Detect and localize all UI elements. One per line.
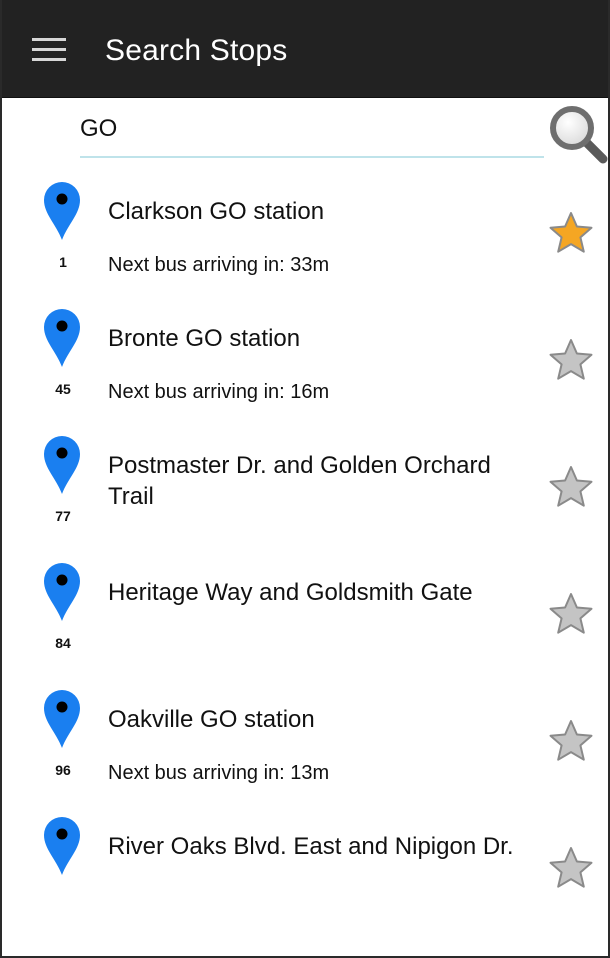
stop-number: 77	[55, 508, 71, 524]
stop-name: Postmaster Dr. and Golden Orchard Trail	[108, 452, 491, 510]
favorite-star-icon[interactable]	[548, 845, 594, 891]
stop-list-item[interactable]: 77 Postmaster Dr. and Golden Orchard Trai…	[2, 432, 608, 559]
stop-name: Clarkson GO station	[108, 198, 325, 225]
stop-number: 1	[59, 254, 67, 270]
stop-list-item[interactable]: 45 Bronte GO station Next bus arriving in:…	[2, 305, 608, 432]
stop-name: Heritage Way and Goldsmith Gate	[108, 579, 473, 606]
favorite-star-icon[interactable]	[548, 718, 594, 764]
map-pin-icon	[42, 561, 82, 623]
favorite-star-icon[interactable]	[548, 591, 594, 637]
arrival-time: Next bus arriving in: 16m	[108, 381, 330, 403]
page-title: Search Stops	[105, 34, 288, 67]
favorite-star-filled-icon[interactable]	[548, 210, 594, 256]
stop-list-item[interactable]: 84 Heritage Way and Goldsmith Gate	[2, 559, 608, 686]
app-screen: Search Stops 1 Clarkson GO station Next bu…	[0, 0, 610, 958]
map-pin-icon	[42, 815, 82, 877]
stop-name: Oakville GO station	[108, 706, 315, 733]
hamburger-menu-icon[interactable]	[32, 38, 68, 66]
magnifier-icon[interactable]	[548, 104, 610, 166]
stop-list: 1 Clarkson GO station Next bus arriving in…	[2, 178, 608, 940]
favorite-star-icon[interactable]	[548, 337, 594, 383]
stop-list-item[interactable]: 1 Clarkson GO station Next bus arriving in…	[2, 178, 608, 305]
stop-number: 96	[55, 762, 71, 778]
search-input[interactable]	[80, 108, 544, 158]
search-bar	[2, 98, 608, 168]
stop-list-item[interactable]: River Oaks Blvd. East and Nipigon Dr.	[2, 813, 608, 940]
stop-number: 45	[55, 381, 71, 397]
stop-name: River Oaks Blvd. East and Nipigon Dr.	[108, 833, 514, 860]
stop-list-item[interactable]: 96 Oakville GO station Next bus arriving i…	[2, 686, 608, 813]
app-bar: Search Stops	[2, 0, 608, 98]
map-pin-icon	[42, 434, 82, 496]
favorite-star-icon[interactable]	[548, 464, 594, 510]
map-pin-icon	[42, 180, 82, 242]
arrival-time: Next bus arriving in: 13m	[108, 762, 330, 784]
arrival-time: Next bus arriving in: 33m	[108, 254, 330, 276]
map-pin-icon	[42, 307, 82, 369]
map-pin-icon	[42, 688, 82, 750]
stop-name: Bronte GO station	[108, 325, 301, 352]
stop-number: 84	[55, 635, 71, 651]
